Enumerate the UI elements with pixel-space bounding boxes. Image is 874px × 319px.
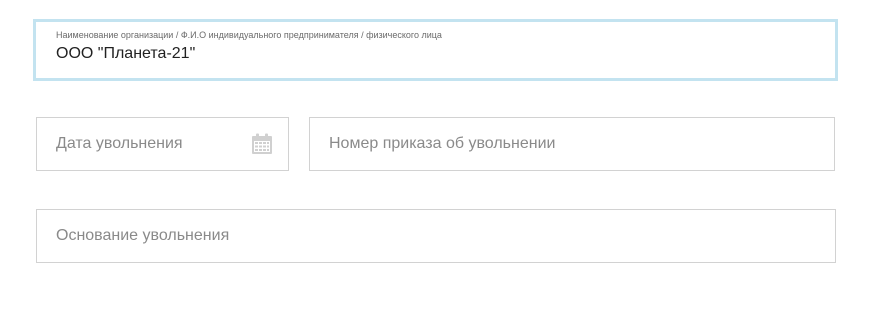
dismissal-reason-field[interactable]: Основание увольнения <box>36 209 836 263</box>
organization-field[interactable]: Наименование организации / Ф.И.О индивид… <box>33 19 838 81</box>
organization-field-label: Наименование организации / Ф.И.О индивид… <box>56 30 442 40</box>
dismissal-date-field[interactable]: Дата увольнения <box>36 117 289 171</box>
dismissal-form: Наименование организации / Ф.И.О индивид… <box>0 0 874 319</box>
calendar-icon[interactable] <box>251 133 273 155</box>
dismissal-order-field[interactable]: Номер приказа об увольнении <box>309 117 835 171</box>
dismissal-date-placeholder: Дата увольнения <box>56 135 183 152</box>
dismissal-reason-placeholder: Основание увольнения <box>56 227 230 244</box>
dismissal-order-placeholder: Номер приказа об увольнении <box>329 135 556 152</box>
organization-input[interactable] <box>56 45 796 63</box>
